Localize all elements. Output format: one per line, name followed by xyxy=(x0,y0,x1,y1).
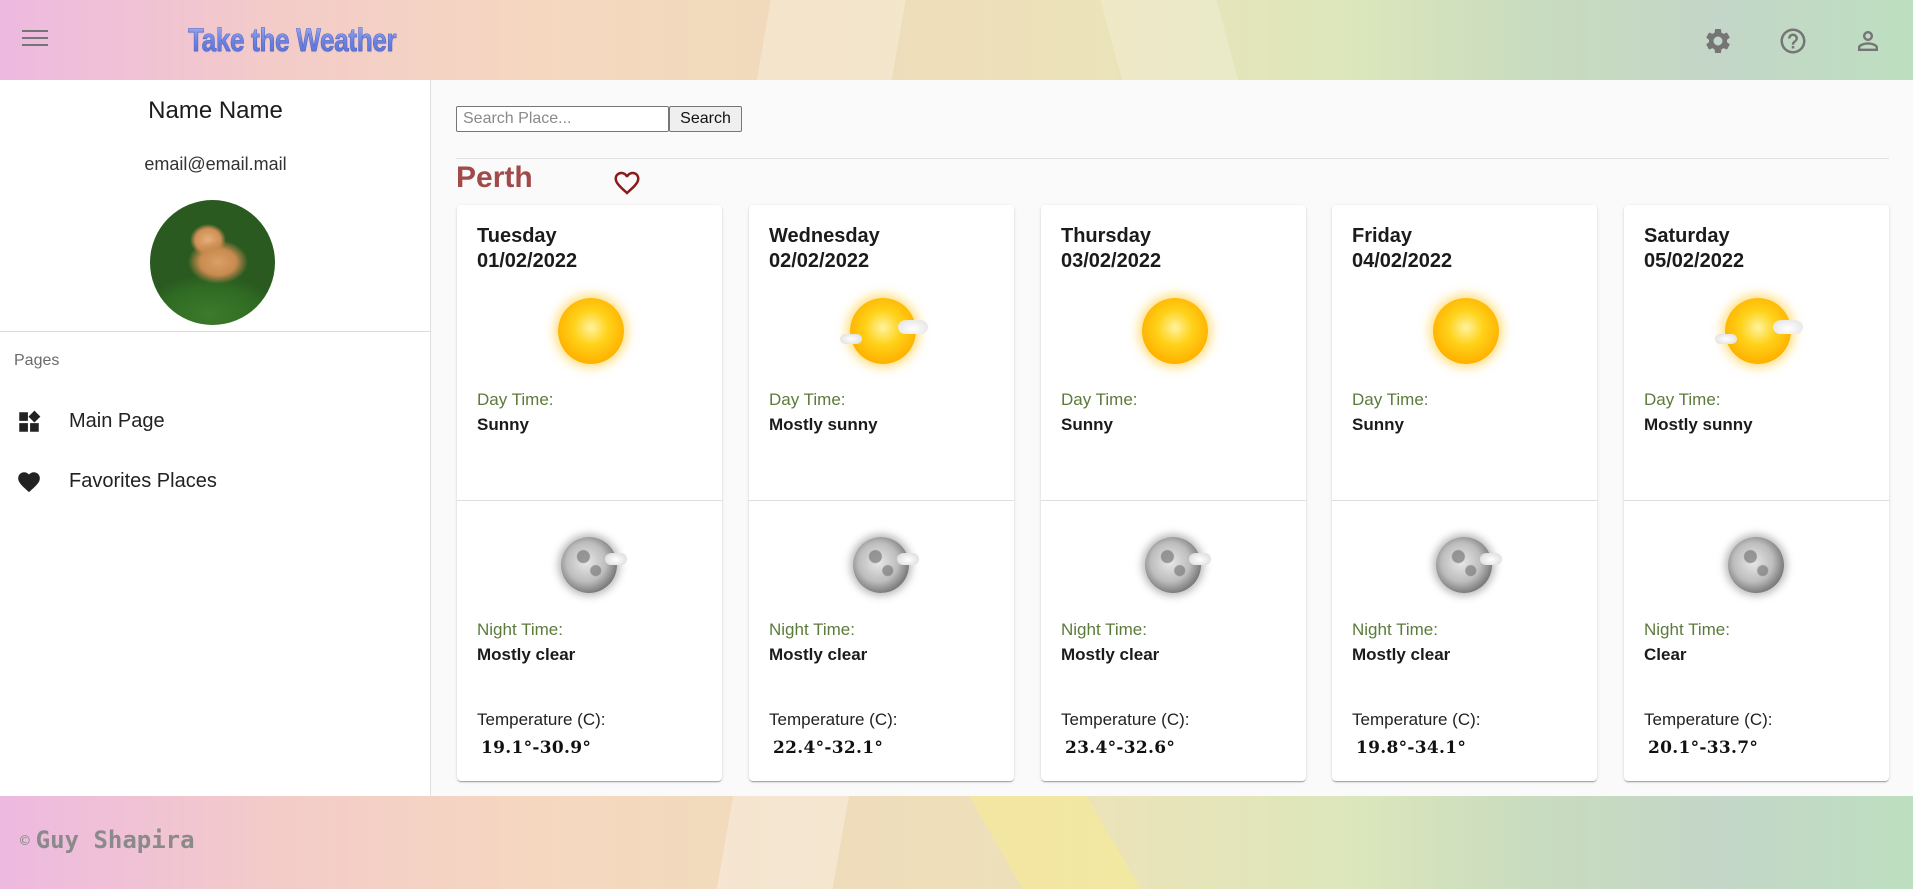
day-name: Wednesday xyxy=(769,225,880,247)
day-name: Tuesday xyxy=(477,225,557,247)
forecast-card: Thursday 03/02/2022 Day Time: Sunny Nigh… xyxy=(1041,205,1306,781)
temperature-range: 23.4°-32.6° xyxy=(1065,738,1176,758)
mostly-sunny-icon xyxy=(1715,298,1803,364)
sidebar-item-label: Favorites Places xyxy=(69,470,217,492)
day-condition: Sunny xyxy=(1061,415,1113,434)
sunny-icon xyxy=(558,298,624,364)
temperature-label: Temperature (C): xyxy=(477,710,606,729)
forecast-card: Wednesday 02/02/2022 Day Time: Mostly su… xyxy=(749,205,1014,781)
day-time-label: Day Time: xyxy=(769,390,846,409)
temperature-label: Temperature (C): xyxy=(1644,710,1773,729)
forecast-cards: Tuesday 01/02/2022 Day Time: Sunny Night… xyxy=(457,205,1889,781)
search-button[interactable]: Search xyxy=(669,106,742,132)
day-date: 03/02/2022 xyxy=(1061,250,1162,272)
day-time-label: Day Time: xyxy=(477,390,554,409)
day-time-label: Day Time: xyxy=(1644,390,1721,409)
day-name: Saturday xyxy=(1644,225,1730,247)
help-icon[interactable] xyxy=(1778,26,1808,56)
night-condition: Clear xyxy=(1644,645,1687,664)
clear-night-icon xyxy=(1728,537,1784,593)
user-email: email@email.mail xyxy=(144,154,287,174)
day-name: Friday xyxy=(1352,225,1413,247)
temperature-label: Temperature (C): xyxy=(769,710,898,729)
night-condition: Mostly clear xyxy=(1352,645,1451,664)
night-time-label: Night Time: xyxy=(1061,620,1147,639)
sunny-icon xyxy=(1142,298,1208,364)
night-condition: Mostly clear xyxy=(1061,645,1160,664)
night-condition: Mostly clear xyxy=(769,645,868,664)
day-time-label: Day Time: xyxy=(1352,390,1429,409)
mostly-clear-night-icon xyxy=(1145,537,1211,593)
night-time-label: Night Time: xyxy=(769,620,855,639)
temperature-range: 22.4°-32.1° xyxy=(773,738,884,758)
forecast-card: Friday 04/02/2022 Day Time: Sunny Night … xyxy=(1332,205,1597,781)
night-condition: Mostly clear xyxy=(477,645,576,664)
dashboard-icon xyxy=(16,409,42,435)
pages-section-label: Pages xyxy=(14,352,60,369)
app-header: Take the Weather xyxy=(0,0,1913,80)
temperature-range: 20.1°-33.7° xyxy=(1648,738,1759,758)
city-name: Perth xyxy=(456,161,533,194)
night-time-label: Night Time: xyxy=(1352,620,1438,639)
copyright-symbol: © xyxy=(20,831,30,850)
day-condition: Mostly sunny xyxy=(769,415,878,434)
day-date: 02/02/2022 xyxy=(769,250,870,272)
card-divider xyxy=(1332,500,1597,501)
sunny-icon xyxy=(1433,298,1499,364)
day-condition: Sunny xyxy=(1352,415,1404,434)
heart-outline-icon[interactable] xyxy=(612,168,642,198)
user-name: Name Name xyxy=(148,97,283,124)
card-divider xyxy=(1624,500,1889,501)
temperature-range: 19.8°-34.1° xyxy=(1356,738,1467,758)
search-input[interactable] xyxy=(456,106,669,132)
app-title: Take the Weather xyxy=(188,22,397,59)
card-divider xyxy=(457,500,722,501)
day-date: 01/02/2022 xyxy=(477,250,578,272)
author-name: Guy Shapira xyxy=(35,826,195,854)
avatar xyxy=(150,200,275,325)
sidebar: Name Name email@email.mail Pages Main Pa… xyxy=(0,80,431,796)
sidebar-divider xyxy=(0,331,431,332)
temperature-label: Temperature (C): xyxy=(1061,710,1190,729)
mostly-clear-night-icon xyxy=(1436,537,1502,593)
sidebar-item-favorites-places[interactable]: Favorites Places xyxy=(0,457,431,505)
mostly-clear-night-icon xyxy=(853,537,919,593)
menu-icon[interactable] xyxy=(22,26,48,52)
sidebar-item-main-page[interactable]: Main Page xyxy=(0,397,431,445)
mostly-clear-night-icon xyxy=(561,537,627,593)
temperature-range: 19.1°-30.9° xyxy=(481,738,592,758)
card-divider xyxy=(1041,500,1306,501)
day-condition: Mostly sunny xyxy=(1644,415,1753,434)
night-time-label: Night Time: xyxy=(1644,620,1730,639)
day-date: 04/02/2022 xyxy=(1352,250,1453,272)
day-name: Thursday xyxy=(1061,225,1152,247)
settings-icon[interactable] xyxy=(1703,26,1733,56)
copyright-notice: © Guy Shapira xyxy=(20,826,195,854)
day-time-label: Day Time: xyxy=(1061,390,1138,409)
forecast-card: Saturday 05/02/2022 Day Time: Mostly sun… xyxy=(1624,205,1889,781)
mostly-sunny-icon xyxy=(840,298,928,364)
main-divider xyxy=(456,158,1889,159)
card-divider xyxy=(749,500,1014,501)
day-condition: Sunny xyxy=(477,415,529,434)
app-footer: © Guy Shapira xyxy=(0,796,1913,889)
heart-icon xyxy=(16,469,42,495)
temperature-label: Temperature (C): xyxy=(1352,710,1481,729)
night-time-label: Night Time: xyxy=(477,620,563,639)
forecast-card: Tuesday 01/02/2022 Day Time: Sunny Night… xyxy=(457,205,722,781)
sidebar-item-label: Main Page xyxy=(69,410,165,432)
day-date: 05/02/2022 xyxy=(1644,250,1745,272)
account-icon[interactable] xyxy=(1853,26,1883,56)
